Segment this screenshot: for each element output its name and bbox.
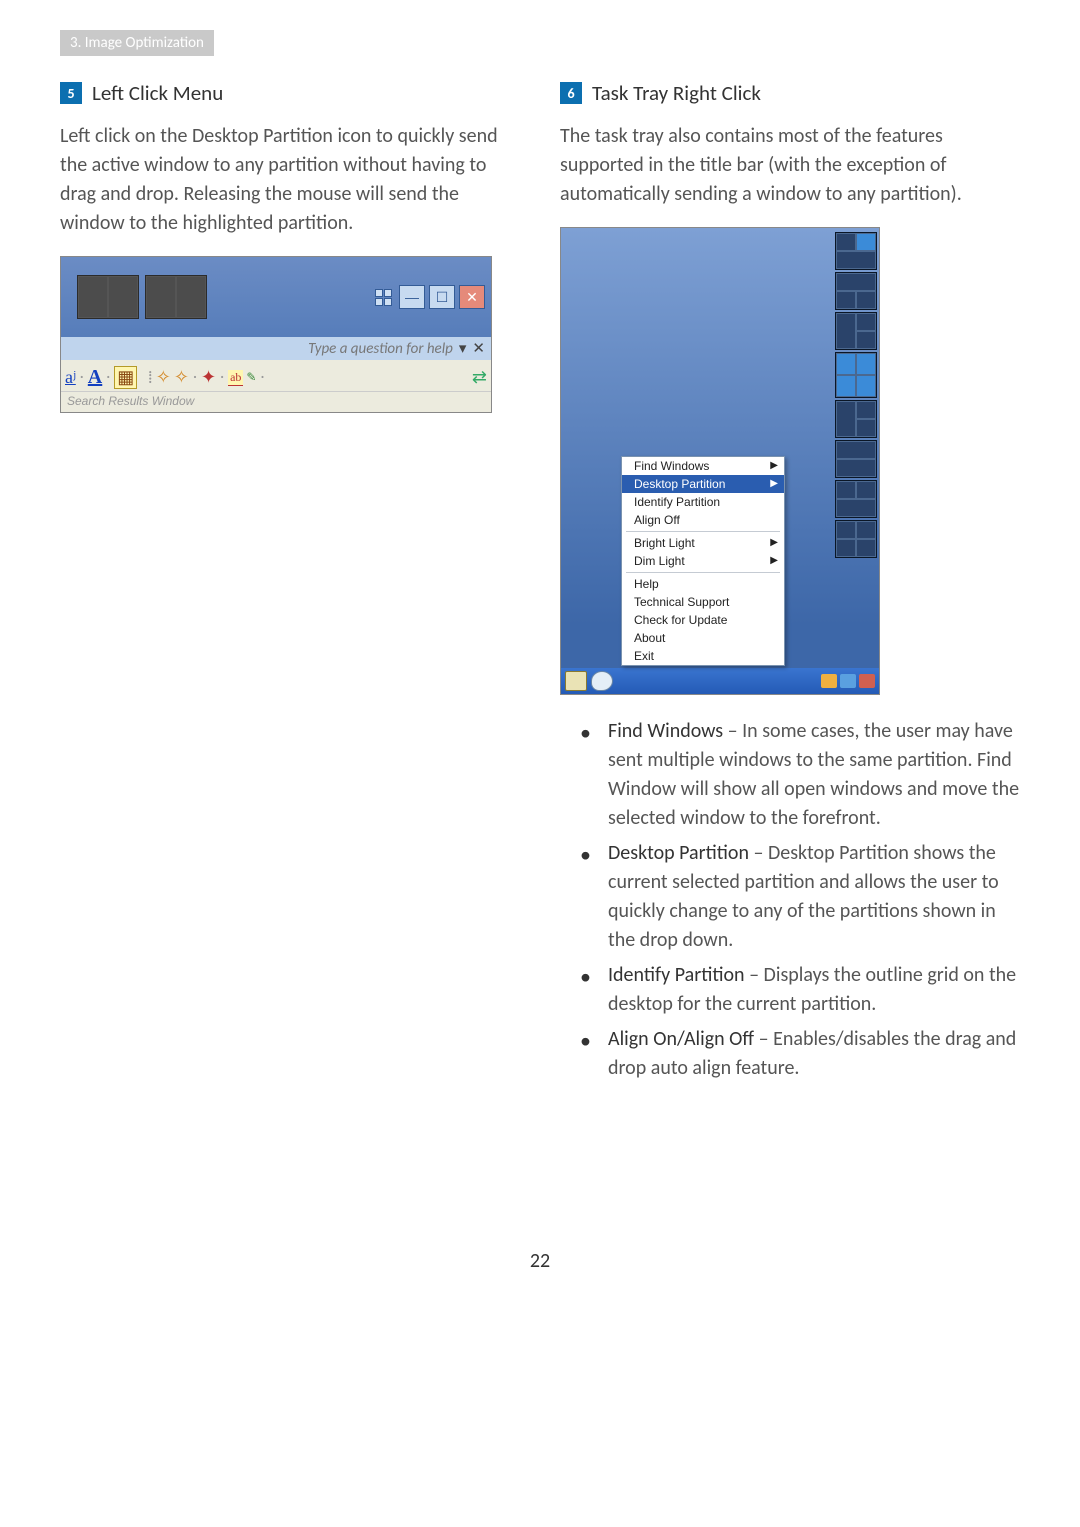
close-button[interactable]: ✕ — [459, 285, 485, 309]
layout-thumb-2[interactable] — [835, 272, 877, 310]
toolbar-a2-icon[interactable]: aʲ — [65, 367, 76, 388]
toolbar-font-color-icon[interactable]: A — [88, 366, 102, 389]
feature-align-on-off: Align On/Align Off – Enables/disables th… — [580, 1025, 1020, 1083]
section-6-body: The task tray also contains most of the … — [560, 122, 1020, 209]
submenu-arrow-icon: ▶ — [770, 460, 778, 471]
ctx-help[interactable]: Help — [622, 575, 784, 593]
section-5-title: Left Click Menu — [92, 80, 223, 106]
ctx-identify-partition[interactable]: Identify Partition — [622, 493, 784, 511]
minimize-button[interactable]: — — [399, 285, 425, 309]
toolbar-pen-icon[interactable]: ✎ — [246, 370, 256, 385]
ctx-about[interactable]: About — [622, 629, 784, 647]
figure-task-tray-menu: Find Windows▶ Desktop Partition▶ Identif… — [560, 227, 880, 695]
partition-grid-icon[interactable] — [371, 286, 395, 308]
help-search-placeholder[interactable]: Type a question for help — [308, 340, 453, 358]
word-toolbar: aʲ · A · ▦ ⁞ ✧ ✧ · ✦ · ab ✎ · ⇄ — [61, 360, 491, 391]
right-column: 6 Task Tray Right Click The task tray al… — [560, 80, 1020, 1089]
ctx-align-off[interactable]: Align Off — [622, 511, 784, 529]
partition-thumb-column — [833, 228, 879, 668]
layout-thumb-3[interactable] — [835, 312, 877, 350]
taskbar — [561, 668, 879, 694]
submenu-arrow-icon: ▶ — [770, 555, 778, 566]
ctx-exit[interactable]: Exit — [622, 647, 784, 665]
submenu-arrow-icon: ▶ — [770, 537, 778, 548]
feature-term: Find Windows — [608, 719, 723, 743]
ctx-bright-light[interactable]: Bright Light▶ — [622, 534, 784, 552]
tray-icon-3[interactable] — [859, 674, 875, 688]
layout-thumb-4[interactable] — [835, 352, 877, 398]
section-6-title: Task Tray Right Click — [592, 80, 761, 106]
help-dropdown-icon[interactable]: ▾ — [459, 339, 467, 358]
ctx-separator — [626, 572, 780, 573]
tray-icon-1[interactable] — [821, 674, 837, 688]
feature-term: Identify Partition — [608, 963, 745, 987]
layout-thumb-1[interactable] — [835, 232, 877, 270]
feature-identify-partition: Identify Partition – Displays the outlin… — [580, 961, 1020, 1019]
partition-thumb-1[interactable] — [77, 275, 139, 319]
layout-thumb-8[interactable] — [835, 520, 877, 558]
tray-icon-2[interactable] — [840, 674, 856, 688]
toolbar-star2-icon[interactable]: ✧ — [174, 367, 189, 388]
system-tray — [821, 674, 875, 688]
feature-term: Align On/Align Off — [608, 1027, 754, 1051]
help-close-icon[interactable]: ✕ — [472, 339, 485, 358]
ctx-tech-support[interactable]: Technical Support — [622, 593, 784, 611]
layout-thumb-7[interactable] — [835, 480, 877, 518]
feature-list: Find Windows – In some cases, the user m… — [560, 717, 1020, 1083]
chapter-tab: 3. Image Optimization — [60, 30, 214, 56]
feature-term: Desktop Partition — [608, 841, 749, 865]
toolbar-ab-icon[interactable]: ab — [228, 370, 243, 386]
layout-thumb-5[interactable] — [835, 400, 877, 438]
ctx-desktop-partition[interactable]: Desktop Partition▶ — [622, 475, 784, 493]
word-statusbar: Search Results Window — [61, 391, 491, 412]
ctx-dim-light[interactable]: Dim Light▶ — [622, 552, 784, 570]
section-6-badge: 6 — [560, 82, 582, 104]
figure-left-click-menu: — ☐ ✕ Type a question for help ▾ ✕ aʲ · … — [60, 256, 492, 413]
section-5-head: 5 Left Click Menu — [60, 80, 520, 106]
partition-thumb-2[interactable] — [145, 275, 207, 319]
ctx-separator — [626, 531, 780, 532]
section-6-head: 6 Task Tray Right Click — [560, 80, 1020, 106]
page-number: 22 — [60, 1249, 1020, 1273]
toolbar-star1-icon[interactable]: ✧ — [156, 367, 171, 388]
layout-thumb-6[interactable] — [835, 440, 877, 478]
left-column: 5 Left Click Menu Left click on the Desk… — [60, 80, 520, 1089]
toolbar-table-icon[interactable]: ▦ — [114, 366, 137, 389]
ctx-check-update[interactable]: Check for Update — [622, 611, 784, 629]
maximize-button[interactable]: ☐ — [429, 285, 455, 309]
section-5-body: Left click on the Desktop Partition icon… — [60, 122, 520, 238]
section-5-badge: 5 — [60, 82, 82, 104]
taskbar-app-icon[interactable] — [565, 671, 587, 691]
feature-find-windows: Find Windows – In some cases, the user m… — [580, 717, 1020, 833]
submenu-arrow-icon: ▶ — [770, 478, 778, 489]
toolbar-star3-icon[interactable]: ✦ — [201, 367, 216, 388]
toolbar-right-icon[interactable]: ⇄ — [472, 367, 487, 388]
feature-desktop-partition: Desktop Partition – Desktop Partition sh… — [580, 839, 1020, 955]
ctx-find-windows[interactable]: Find Windows▶ — [622, 457, 784, 475]
taskbar-search-icon[interactable] — [591, 671, 613, 691]
context-menu: Find Windows▶ Desktop Partition▶ Identif… — [621, 456, 785, 666]
